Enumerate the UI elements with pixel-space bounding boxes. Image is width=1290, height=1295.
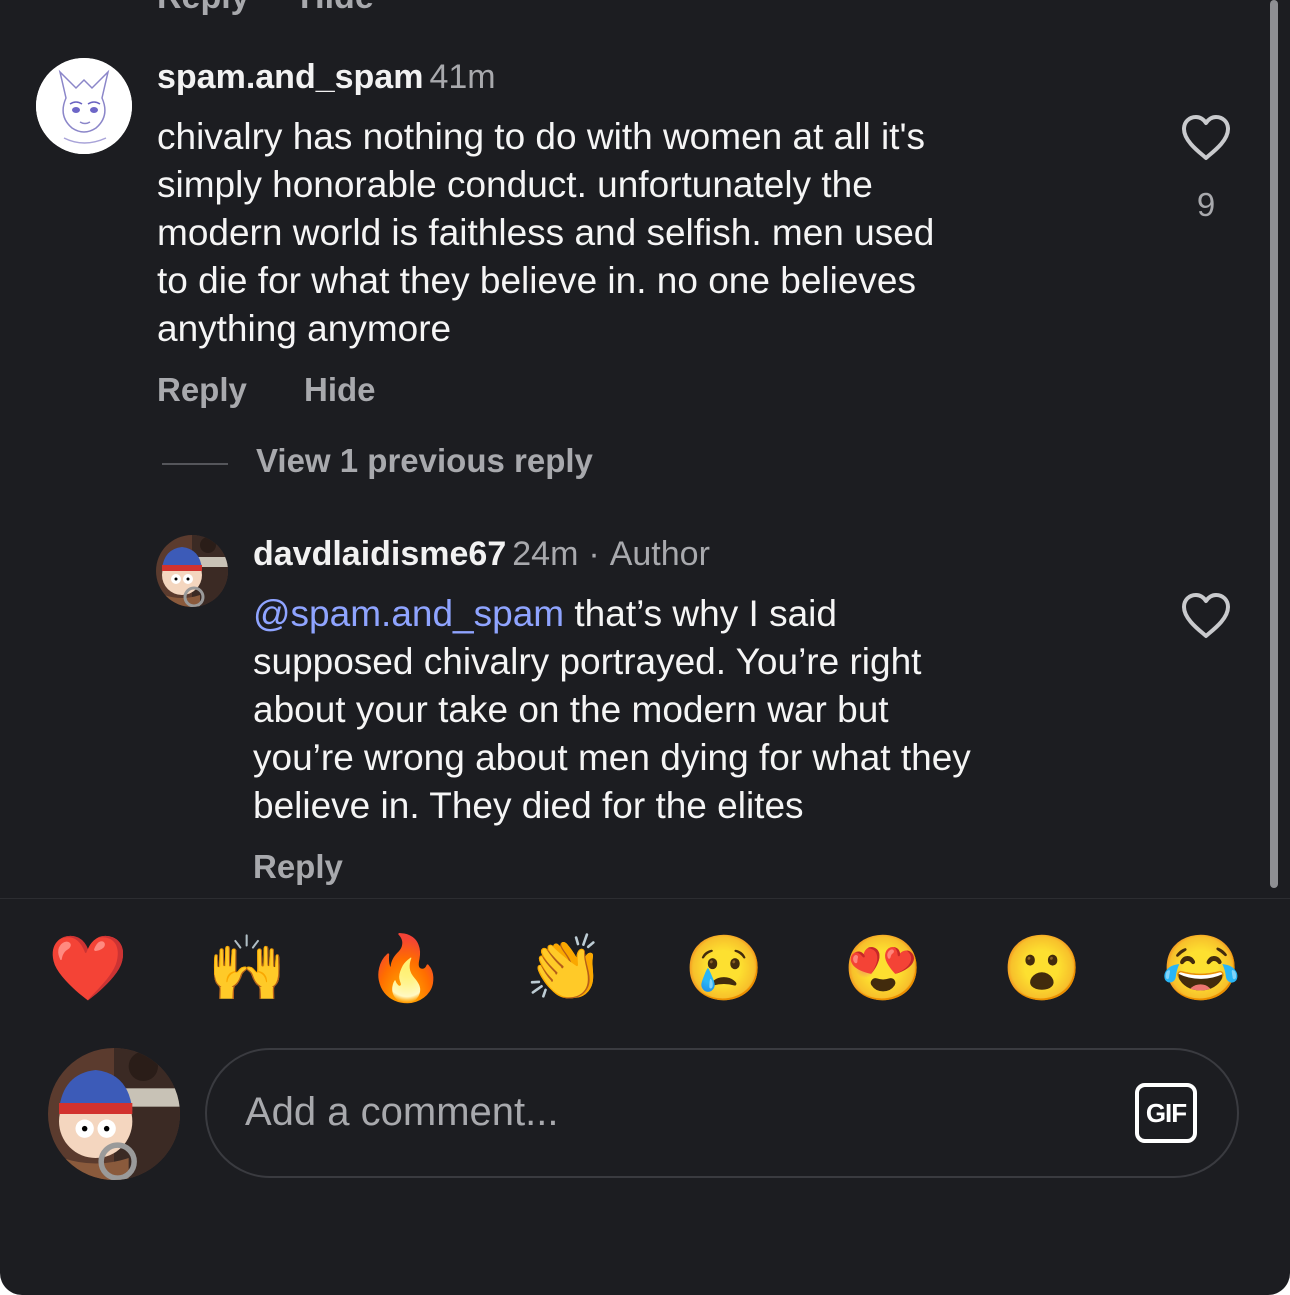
comment-text: chivalry has nothing to do with women at… xyxy=(157,113,934,353)
reply-line: supposed chivalry portrayed. You’re righ… xyxy=(253,641,922,682)
current-user-avatar xyxy=(48,1048,180,1180)
reply-line-rest: that’s why I said xyxy=(564,593,837,634)
comment-placeholder[interactable]: Add a comment... xyxy=(245,1090,558,1135)
comment-input[interactable]: Add a comment... GIF xyxy=(205,1048,1239,1178)
thread-line xyxy=(162,463,228,465)
comment-line: to die for what they believe in. no one … xyxy=(157,260,916,301)
comment-time: 41m xyxy=(429,58,496,96)
reply-line: @spam.and_spam that’s why I said xyxy=(253,590,971,638)
reply-username[interactable]: davdlaidisme67 24m · Author xyxy=(253,535,710,574)
reply-like-heart-icon[interactable] xyxy=(1180,592,1232,645)
comment-line: anything anymore xyxy=(157,308,452,349)
comment-line: modern world is faithless and selfish. m… xyxy=(157,212,935,253)
like-heart-icon[interactable] xyxy=(1180,114,1232,167)
red-heart-emoji-button[interactable]: ❤️ xyxy=(48,928,128,1008)
author-label: Author xyxy=(609,535,710,573)
username-text[interactable]: spam.and_spam xyxy=(157,58,423,96)
reply-text: @spam.and_spam that’s why I said suppose… xyxy=(253,590,971,830)
comment-line: simply honorable conduct. unfortunately … xyxy=(157,164,873,205)
view-previous-replies-button[interactable]: View 1 previous reply xyxy=(256,442,593,480)
crying-face-emoji-button[interactable]: 😢 xyxy=(684,928,764,1008)
clapping-hands-emoji-button[interactable]: 👏 xyxy=(525,928,605,1008)
surprised-face-emoji-button[interactable]: 😮 xyxy=(1002,928,1082,1008)
previous-comment-actions: Reply Hide xyxy=(157,0,420,17)
heart-eyes-emoji-button[interactable]: 😍 xyxy=(843,928,923,1008)
hide-button[interactable]: Hide xyxy=(304,371,376,409)
mention-link[interactable]: @spam.and_spam xyxy=(253,593,564,634)
reply-line: about your take on the modern war but xyxy=(253,689,889,730)
scrollbar[interactable] xyxy=(1270,0,1278,888)
reply-line: you’re wrong about men dying for what th… xyxy=(253,737,971,778)
comment-line: chivalry has nothing to do with women at… xyxy=(157,116,926,157)
meta-separator: · xyxy=(588,535,600,573)
raising-hands-emoji-button[interactable]: 🙌 xyxy=(207,928,287,1008)
divider xyxy=(0,898,1290,899)
avatar-davdlaidisme67[interactable] xyxy=(156,535,228,607)
gif-button[interactable]: GIF xyxy=(1135,1083,1197,1143)
previous-hide-button[interactable]: Hide xyxy=(300,0,374,16)
reply-button[interactable]: Reply xyxy=(157,371,247,409)
fire-emoji-button[interactable]: 🔥 xyxy=(366,928,446,1008)
reply-time: 24m xyxy=(512,535,579,573)
comment-username[interactable]: spam.and_spam 41m xyxy=(157,58,496,97)
avatar-spam-and-spam[interactable] xyxy=(36,58,132,154)
reply-reply-button[interactable]: Reply xyxy=(253,848,343,886)
like-count: 9 xyxy=(1196,186,1216,223)
tears-of-joy-emoji-button[interactable]: 😂 xyxy=(1161,928,1241,1008)
reply-username-text[interactable]: davdlaidisme67 xyxy=(253,535,506,573)
reply-line: believe in. They died for the elites xyxy=(253,785,804,826)
previous-reply-button[interactable]: Reply xyxy=(157,0,250,16)
comments-screen: Reply Hide spam.and_spam41m chivalry has… xyxy=(0,0,1290,1295)
